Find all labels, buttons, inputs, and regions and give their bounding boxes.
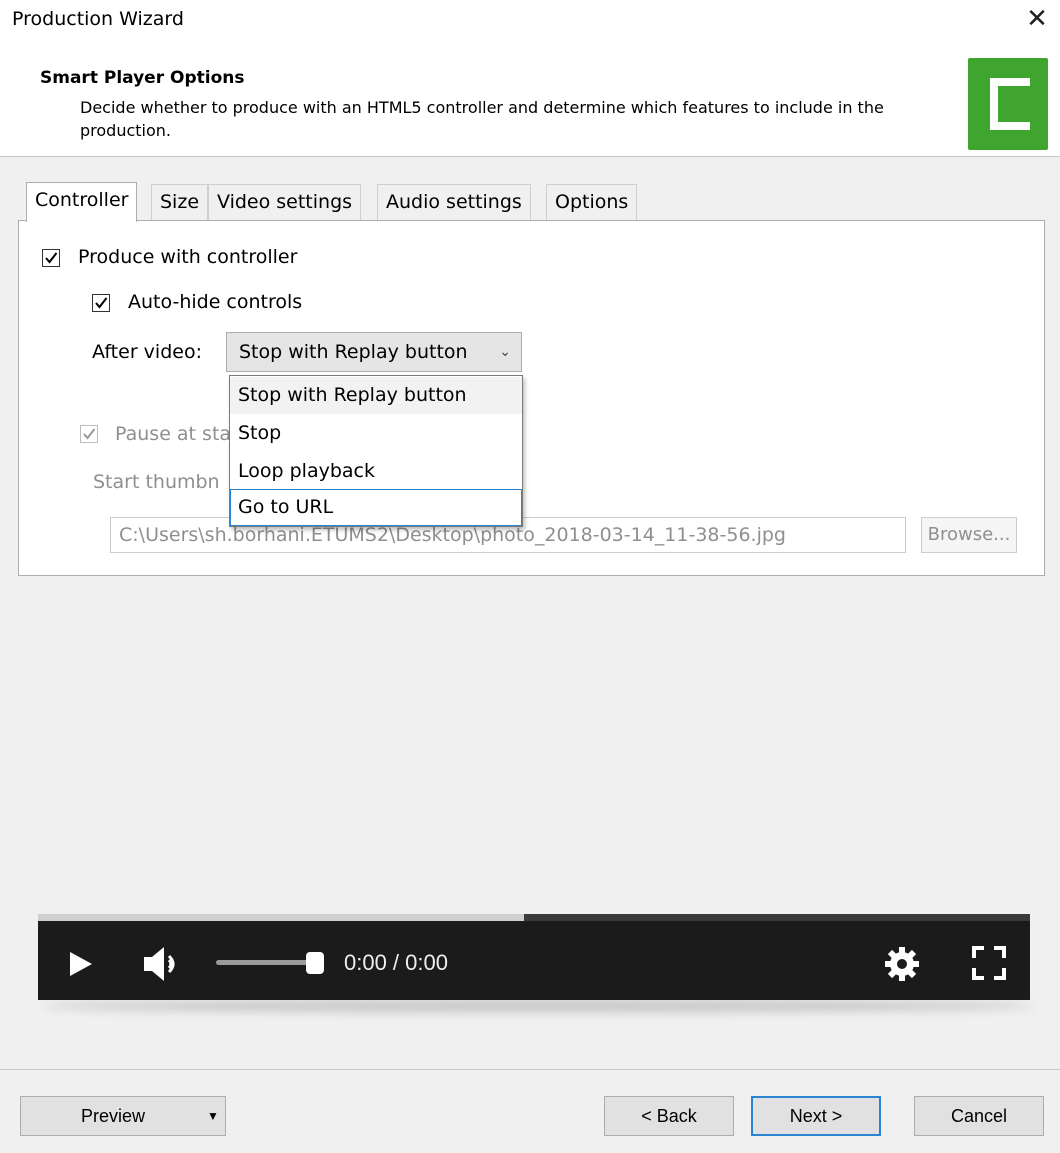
volume-slider-track[interactable] (216, 960, 316, 965)
page-description: Decide whether to produce with an HTML5 … (80, 98, 884, 140)
option-go-to-url[interactable]: Go to URL (230, 489, 522, 526)
page-title: Smart Player Options (40, 68, 245, 88)
player-shadow (42, 1000, 1034, 1012)
wizard-header: Smart Player Options Decide whether to p… (0, 44, 1060, 156)
tab-video-settings[interactable]: Video settings (208, 184, 362, 221)
option-stop-with-replay[interactable]: Stop with Replay button (230, 377, 522, 414)
window-title: Production Wizard (12, 8, 184, 30)
fullscreen-icon[interactable] (972, 946, 1006, 980)
preview-button-label: Preview (81, 1106, 146, 1126)
divider (0, 1069, 1060, 1070)
checkmark-icon (83, 428, 96, 440)
back-button[interactable]: < Back (604, 1096, 734, 1136)
preview-button[interactable]: Preview ▼ (20, 1096, 226, 1136)
tab-controller[interactable]: Controller (26, 182, 138, 222)
checkmark-icon (45, 252, 58, 264)
time-display: 0:00 / 0:00 (344, 950, 448, 975)
auto-hide-controls-checkbox[interactable] (92, 294, 110, 312)
volume-icon[interactable] (142, 945, 186, 983)
produce-with-controller-label: Produce with controller (78, 246, 298, 268)
play-icon[interactable] (68, 950, 94, 978)
gear-icon[interactable] (884, 946, 920, 982)
pause-at-start-label: Pause at sta (115, 423, 232, 445)
option-loop-playback[interactable]: Loop playback (230, 453, 522, 490)
browse-button[interactable]: Browse... (921, 517, 1017, 553)
pause-at-start-checkbox[interactable] (80, 425, 98, 443)
auto-hide-controls-label: Auto-hide controls (128, 291, 303, 313)
progress-fill (38, 914, 524, 921)
after-video-label: After video: (92, 341, 202, 363)
divider (0, 156, 1060, 157)
chevron-down-icon: ⌄ (499, 344, 511, 360)
start-thumbnail-label: Start thumbn (93, 471, 220, 493)
checkmark-icon (95, 297, 108, 309)
volume-slider-handle[interactable] (306, 952, 324, 974)
option-stop[interactable]: Stop (230, 415, 522, 452)
after-video-dropdown[interactable]: Stop with Replay button ⌄ (226, 332, 522, 372)
caret-down-icon: ▼ (207, 1109, 219, 1123)
tab-audio-settings[interactable]: Audio settings (377, 184, 531, 221)
after-video-selected: Stop with Replay button (239, 341, 468, 363)
after-video-options-list[interactable]: Stop with Replay button Stop Loop playba… (229, 375, 523, 527)
player-controlbar (38, 914, 1030, 1000)
tab-options[interactable]: Options (546, 184, 638, 221)
next-button[interactable]: Next > (751, 1096, 881, 1136)
close-icon[interactable]: ✕ (1020, 2, 1054, 36)
tab-size[interactable]: Size (151, 184, 209, 221)
camtasia-logo-icon (968, 58, 1048, 150)
produce-with-controller-checkbox[interactable] (42, 249, 60, 267)
cancel-button[interactable]: Cancel (914, 1096, 1044, 1136)
